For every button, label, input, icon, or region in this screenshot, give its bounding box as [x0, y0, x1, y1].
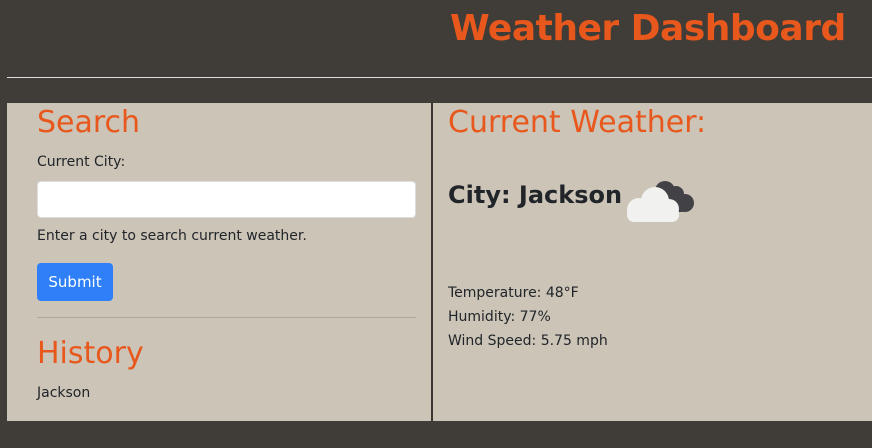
history-heading: History — [37, 336, 144, 371]
header-divider — [7, 77, 872, 78]
current-weather-heading: Current Weather: — [448, 105, 707, 140]
search-heading: Search — [37, 105, 141, 140]
city-label: Current City: — [37, 154, 126, 170]
history-item[interactable]: Jackson — [37, 385, 90, 401]
city-input[interactable] — [37, 181, 416, 218]
current-weather-panel: Current Weather: City: Jackson Temperatu… — [433, 103, 872, 421]
search-help-text: Enter a city to search current weather. — [37, 228, 307, 244]
humidity: Humidity: 77% — [448, 309, 551, 325]
city-name: City: Jackson — [448, 181, 623, 209]
cloudy-icon — [627, 181, 694, 222]
section-divider — [37, 317, 416, 318]
wind-speed: Wind Speed: 5.75 mph — [448, 333, 608, 349]
submit-button[interactable]: Submit — [37, 263, 113, 301]
search-panel: Search Current City: Enter a city to sea… — [7, 103, 431, 421]
temperature: Temperature: 48°F — [448, 285, 579, 301]
page-title: Weather Dashboard — [450, 8, 846, 49]
